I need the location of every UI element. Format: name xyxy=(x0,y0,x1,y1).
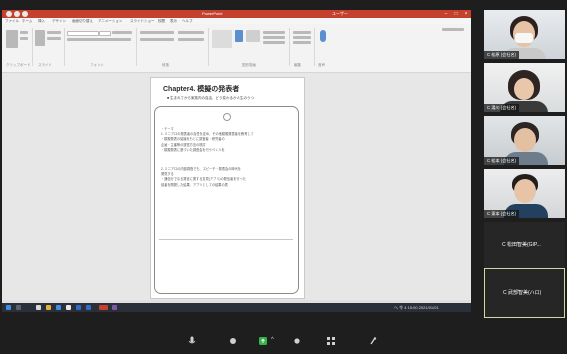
maximize-icon[interactable]: □ xyxy=(452,10,460,18)
shape-effects-button[interactable] xyxy=(263,41,285,44)
teams-icon[interactable] xyxy=(112,305,117,310)
copy-button[interactable] xyxy=(20,37,28,40)
more-icon[interactable] xyxy=(368,336,378,348)
reset-button[interactable] xyxy=(47,37,61,40)
participant-tile[interactable]: C 湯川 (会社名) xyxy=(484,63,565,112)
font-size-select[interactable] xyxy=(99,31,111,36)
ribbon-divider xyxy=(136,28,137,66)
system-tray-clock: へ 令 4 15:00 2021/01/01 xyxy=(394,305,439,310)
meeting-toolbar: ^ xyxy=(0,326,567,354)
active-speaker-tile[interactable]: C 武部智美(ハロ) xyxy=(484,268,565,318)
shape-outline-button[interactable] xyxy=(263,36,285,39)
participant-name: C 松本 (会社名) xyxy=(484,157,520,165)
select-button[interactable] xyxy=(293,41,311,44)
edge-icon[interactable] xyxy=(56,305,61,310)
ribbon-divider xyxy=(64,28,65,66)
ribbon-divider xyxy=(208,28,209,66)
share-screen-icon[interactable] xyxy=(258,336,268,348)
ribbon-group-editing: 編集 xyxy=(294,63,301,67)
font-size-buttons[interactable] xyxy=(112,31,132,34)
ribbon-group-paragraph: 段落 xyxy=(162,63,169,67)
list-buttons[interactable] xyxy=(140,31,174,34)
participant-tile[interactable]: C 松本 (会社名) xyxy=(484,116,565,165)
participant-name: C 湯川 (会社名) xyxy=(484,104,520,112)
slide-editing-area: Chapter4. 模擬の発表者 ■ 生まれてから家族内の自由、どう変わるか人生… xyxy=(2,73,471,300)
close-icon[interactable]: × xyxy=(462,10,470,18)
search-icon[interactable] xyxy=(16,305,21,310)
slide-body-text: ・テーマ 1. ミニアロの発表者の責任を定め、その他模擬発表者を教育して ・模擬… xyxy=(161,127,291,188)
ribbon-group-drawing: 図形描画 xyxy=(242,63,256,67)
mic-icon[interactable] xyxy=(187,336,197,348)
start-icon[interactable] xyxy=(6,305,11,310)
ribbon-group-slides: スライド xyxy=(38,63,52,67)
zoom-app-icon[interactable] xyxy=(86,305,91,310)
text-direction-button[interactable] xyxy=(178,31,204,34)
phone-frame: ・テーマ 1. ミニアロの発表者の責任を定め、その他模擬発表者を教育して ・模擬… xyxy=(154,106,299,294)
font-style-buttons[interactable] xyxy=(67,38,131,41)
shape-fill-button[interactable] xyxy=(263,31,285,34)
ppt-window-title: PowerPoint xyxy=(202,11,223,16)
share-button[interactable] xyxy=(442,28,464,31)
layout-button[interactable] xyxy=(47,31,61,34)
powerpoint-icon[interactable] xyxy=(99,305,108,310)
participant-name: C 武部智美(ハロ) xyxy=(503,290,542,296)
participant-tile[interactable]: C 松原 (会社名) xyxy=(484,10,565,59)
find-button[interactable] xyxy=(293,31,311,34)
ribbon-divider xyxy=(314,28,315,66)
ribbon-divider xyxy=(289,28,290,66)
participant-tile[interactable]: C 松田智美(GIP... xyxy=(484,222,565,269)
ribbon-group-clipboard: クリップボード xyxy=(6,63,31,67)
font-name-select[interactable] xyxy=(67,31,99,36)
chat-icon[interactable] xyxy=(228,336,238,348)
quick-styles-button[interactable] xyxy=(246,30,260,42)
paste-button[interactable] xyxy=(6,30,18,48)
participant-name: C 松原 (会社名) xyxy=(484,51,520,59)
participant-tile[interactable]: C 東本 (会社名) xyxy=(484,169,565,218)
ribbon-group-font: フォント xyxy=(90,63,104,67)
chrome-icon[interactable] xyxy=(66,305,71,310)
undo-icon[interactable] xyxy=(22,11,28,17)
share-options-icon[interactable]: ^ xyxy=(271,336,274,345)
ribbon-divider xyxy=(32,28,33,66)
slide-line: 議者を開発した結果、アプリとしての結果の表 xyxy=(161,182,228,187)
align-buttons[interactable] xyxy=(140,38,174,41)
ppt-titlebar: PowerPoint ユーザー – □ × xyxy=(2,10,471,18)
slide-title: Chapter4. 模擬の発表者 xyxy=(163,86,240,93)
shared-screen: PowerPoint ユーザー – □ × ファイル ホーム 挿入 デザイン 画… xyxy=(2,10,471,312)
slide-line-gap xyxy=(161,153,291,167)
phone-camera-icon xyxy=(223,113,231,121)
file-explorer-icon[interactable] xyxy=(36,305,41,310)
align-text-button[interactable] xyxy=(178,38,204,41)
ppt-user-name: ユーザー xyxy=(332,11,348,16)
slide[interactable]: Chapter4. 模擬の発表者 ■ 生まれてから家族内の自由、どう変わるか人生… xyxy=(150,77,305,299)
windows-taskbar: へ 令 4 15:00 2021/01/01 xyxy=(2,303,471,312)
autosave-icon[interactable] xyxy=(6,11,12,17)
replace-button[interactable] xyxy=(293,36,311,39)
outlook-icon[interactable] xyxy=(76,305,81,310)
new-slide-button[interactable] xyxy=(35,30,45,46)
save-icon[interactable] xyxy=(14,11,20,17)
shapes-gallery[interactable] xyxy=(212,30,232,48)
dictate-icon[interactable] xyxy=(320,30,326,42)
slide-subtitle: ■ 生まれてから家族内の自由、どう変わるか人生のうつ xyxy=(167,96,254,100)
ribbon-group-voice: 音声 xyxy=(318,63,325,67)
cut-button[interactable] xyxy=(20,31,28,34)
ppt-ribbon: クリップボード スライド フォント 段落 図形描画 編集 音声 xyxy=(2,24,471,73)
folder-icon[interactable] xyxy=(46,305,51,310)
reactions-icon[interactable] xyxy=(292,336,302,348)
arrange-button[interactable] xyxy=(235,30,243,42)
apps-icon[interactable] xyxy=(326,336,336,348)
phone-divider xyxy=(159,239,293,240)
participant-name: C 東本 (会社名) xyxy=(484,210,520,218)
minimize-icon[interactable]: – xyxy=(442,10,450,18)
participant-name: C 松田智美(GIP... xyxy=(502,242,541,248)
